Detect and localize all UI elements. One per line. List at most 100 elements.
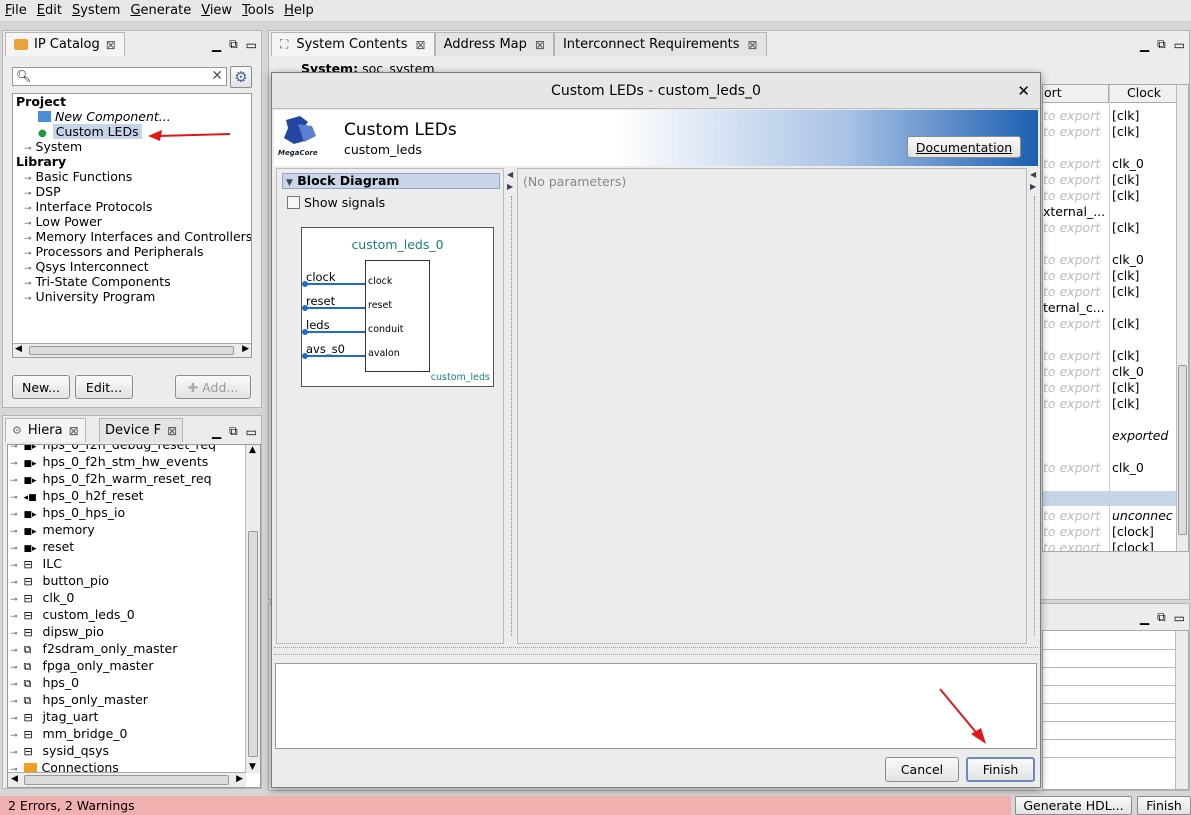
hierarchy-item[interactable]: ⊸ ⊟ jtag_uart [10,708,216,725]
close-tab-icon[interactable]: ⊠ [416,38,426,52]
catalog-horizontal-scrollbar[interactable]: ◀ ▶ [13,343,251,357]
catalog-search-input[interactable]: 🔍︎ ✕ [12,67,227,86]
clock-cell[interactable]: clk_0 [1112,364,1178,379]
export-cell[interactable]: to export [1043,268,1109,283]
hierarchy-item[interactable]: ⊸ ■▸ hps_0_f2h_warm_reset_req [10,470,216,487]
expand-icon[interactable]: ⊸ [10,714,18,724]
show-signals-checkbox[interactable] [287,196,300,209]
close-tab-icon[interactable]: ⊠ [748,38,758,52]
export-cell[interactable]: to export [1043,124,1109,139]
close-tab-icon[interactable]: ⊠ [535,38,545,52]
catalog-item[interactable]: Project [16,94,251,109]
pane-splitter[interactable]: ◀ ▶ [505,168,517,644]
hierarchy-item[interactable]: ⊸ ■▸ reset [10,538,216,555]
clock-cell[interactable]: [clk] [1112,348,1178,363]
maximize-icon[interactable]: ▭ [246,38,257,52]
hierarchy-item[interactable]: ⊸ ⧉ f2sdram_only_master [10,640,216,657]
export-cell[interactable]: to export [1043,524,1109,539]
tab-device-family[interactable]: Device F ⊠ [99,418,184,442]
export-column-header[interactable]: ort [1043,85,1109,103]
clock-cell[interactable]: [clock] [1112,524,1178,539]
export-cell[interactable]: to export [1043,316,1109,331]
messages-vertical-scrollbar[interactable] [1175,631,1188,789]
minimize-icon[interactable]: ▁ [1140,611,1149,625]
clock-cell[interactable]: clk_0 [1112,460,1178,475]
horizontal-splitter[interactable] [274,647,1038,655]
main-finish-button[interactable]: Finish [1137,796,1191,815]
hierarchy-horizontal-scrollbar[interactable]: ◀ ▶ [8,772,246,787]
export-cell[interactable]: to export [1043,220,1109,235]
expand-icon[interactable]: ⊸ [24,144,32,154]
minimize-icon[interactable]: ▁ [1140,38,1149,52]
expand-icon[interactable]: ⊸ [10,578,18,588]
menu-system[interactable]: System [67,3,126,18]
expand-icon[interactable]: ⊸ [24,189,32,199]
clock-cell[interactable]: [clk] [1112,220,1178,235]
hierarchy-item[interactable]: ⊸ ⊟ dipsw_pio [10,623,216,640]
close-dialog-icon[interactable]: ✕ [1017,82,1030,100]
clock-cell[interactable]: clk_0 [1112,156,1178,171]
clock-cell[interactable]: [clk] [1112,380,1178,395]
close-tab-icon[interactable]: ⊠ [167,424,177,438]
menu-edit[interactable]: Edit [32,3,67,18]
clock-cell[interactable]: [clk] [1112,268,1178,283]
expand-icon[interactable]: ⊸ [10,445,18,452]
expand-icon[interactable]: ⊸ [10,510,18,520]
restore-icon[interactable]: ⧉ [1157,37,1166,52]
hierarchy-item[interactable]: ⊸ ■▸ hps_0_f2h_stm_hw_events [10,453,216,470]
clock-cell[interactable]: [clk] [1112,172,1178,187]
menu-tools[interactable]: Tools [237,3,279,18]
expand-icon[interactable]: ⊸ [10,561,18,571]
expand-icon[interactable]: ⊸ [10,493,18,503]
hierarchy-item[interactable]: ⊸ ⧉ hps_0 [10,674,216,691]
documentation-button[interactable]: Documentation [907,136,1021,158]
minimize-icon[interactable]: ▁ [212,425,221,439]
generate-hdl-button[interactable]: Generate HDL... [1015,796,1132,815]
clock-cell[interactable]: clk_0 [1112,252,1178,267]
clock-cell[interactable]: [clk] [1112,396,1178,411]
expand-icon[interactable]: ⊸ [24,234,32,244]
catalog-item[interactable]: New Component... [16,109,251,124]
hierarchy-item[interactable]: ⊸ ◂■ hps_0_h2f_reset [10,487,216,504]
expand-icon[interactable]: ⊸ [10,731,18,741]
export-cell[interactable]: to export [1043,252,1109,267]
menu-help[interactable]: Help [279,3,319,18]
clock-cell[interactable]: [clk] [1112,108,1178,123]
catalog-item[interactable]: ⊸ DSP [16,184,251,199]
expand-icon[interactable]: ⊸ [10,663,18,673]
export-cell[interactable]: to export [1043,188,1109,203]
tab-address-map[interactable]: Address Map ⊠ [434,32,554,56]
expand-icon[interactable]: ⊸ [24,174,32,184]
hierarchy-item[interactable]: ⊸ ⊟ clk_0 [10,589,216,606]
block-diagram-header[interactable]: ▼ Block Diagram [282,173,500,189]
expand-icon[interactable]: ⊸ [10,629,18,639]
hierarchy-item[interactable]: ⊸ ⊟ button_pio [10,572,216,589]
clock-cell[interactable]: [clk] [1112,124,1178,139]
export-cell[interactable]: xternal_... [1043,204,1109,219]
edit-component-button[interactable]: Edit... [75,375,133,399]
export-cell[interactable]: to export [1043,156,1109,171]
hierarchy-item[interactable]: ⊸ ⊟ sysid_qsys [10,742,216,759]
maximize-icon[interactable]: ▭ [1174,38,1185,52]
export-cell[interactable]: to export [1043,348,1109,363]
export-cell[interactable]: to export [1043,460,1109,475]
tab-hierarchy[interactable]: ⚙ Hiera ⊠ [5,418,86,442]
new-component-button[interactable]: New... [12,375,70,399]
hierarchy-vertical-scrollbar[interactable]: ▲ ▼ [245,445,260,773]
export-cell[interactable]: to export [1043,108,1109,123]
menu-view[interactable]: View [196,3,237,18]
cancel-button[interactable]: Cancel [885,757,959,782]
catalog-item[interactable]: ⊸ Interface Protocols [16,199,251,214]
expand-icon[interactable]: ⊸ [10,748,18,758]
add-component-button[interactable]: ✚ Add... [175,375,251,399]
maximize-icon[interactable]: ▭ [246,425,257,439]
expand-icon[interactable]: ⊸ [24,279,32,289]
expand-icon[interactable]: ⊸ [10,544,18,554]
export-cell[interactable]: to export [1043,380,1109,395]
expand-icon[interactable]: ⊸ [24,219,32,229]
catalog-item[interactable]: Library [16,154,251,169]
close-tab-icon[interactable]: ⊠ [69,424,79,438]
catalog-item[interactable]: ⊸ Basic Functions [16,169,251,184]
right-splitter[interactable]: ◀ ▶ [1028,168,1040,644]
export-cell[interactable]: to export [1043,396,1109,411]
